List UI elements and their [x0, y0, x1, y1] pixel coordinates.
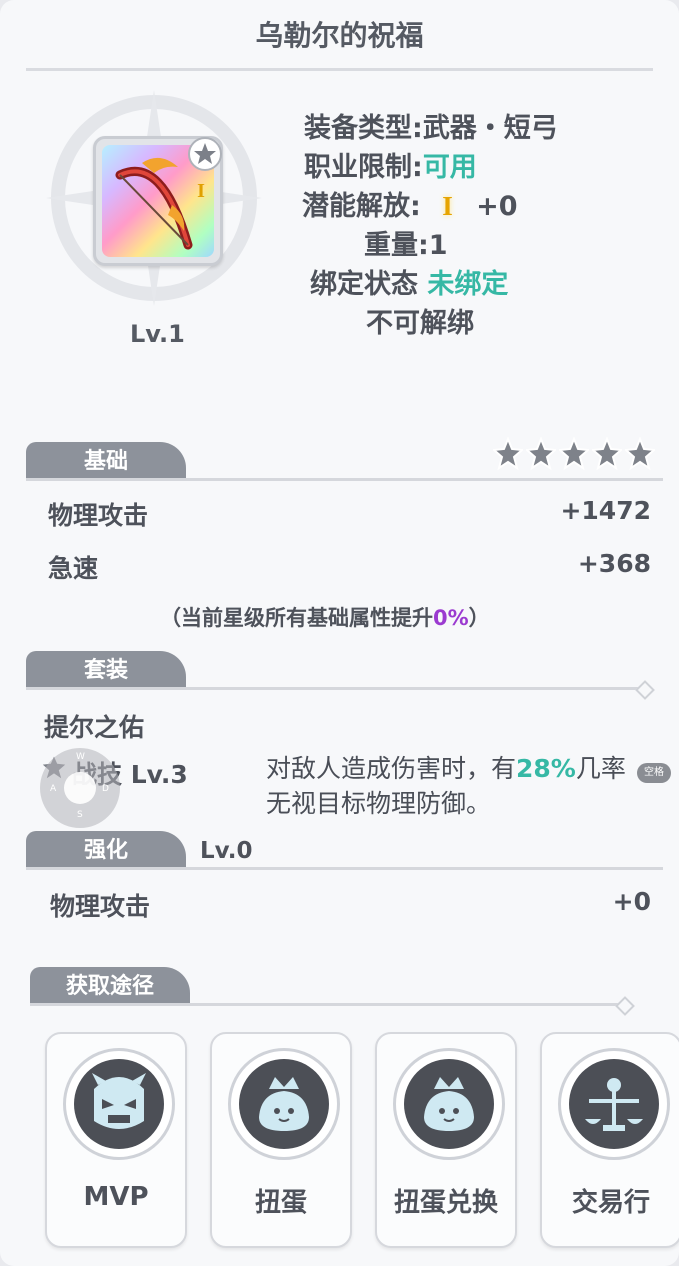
star-icon	[491, 436, 525, 471]
potential-label: 潜能解放:	[302, 191, 421, 222]
set-section-tab: 套装	[26, 651, 186, 689]
bind-status-row: 绑定状态 未绑定	[290, 262, 660, 301]
unbind-note: 不可解绑	[366, 308, 474, 339]
item-detail-panel: 乌勒尔的祝福 I Lv.1 装备类型:武器・短弓 职业限制:可用 潜能解放: I…	[0, 0, 679, 1266]
source-icon-disc	[569, 1059, 659, 1149]
title-divider	[26, 68, 653, 71]
star-icon	[590, 436, 624, 471]
divider-ornament-icon	[635, 680, 655, 700]
star-icon	[557, 436, 591, 471]
source-label: 扭蛋兑换	[393, 1188, 498, 1218]
star-icon	[623, 436, 657, 471]
enhance-level: Lv.0	[200, 838, 253, 864]
source-icon-disc	[404, 1059, 494, 1149]
source-gacha[interactable]: 扭蛋	[210, 1032, 352, 1248]
equip-type-label: 装备类型:	[304, 113, 423, 144]
bind-status-value: 未绑定	[427, 269, 509, 300]
trade-scale-icon	[585, 1078, 643, 1131]
virtual-joystick[interactable]: W A S D	[40, 748, 120, 828]
enhance-section-tab: 强化	[26, 831, 186, 869]
job-restriction-row: 职业限制:可用	[290, 145, 660, 184]
enhance-section-divider	[26, 867, 663, 870]
item-image-area: I	[44, 88, 264, 308]
job-restriction-label: 职业限制:	[304, 152, 423, 183]
set-name: 提尔之佑	[44, 713, 145, 742]
equip-type-row: 装备类型:武器・短弓	[290, 106, 660, 145]
sources-section-tab: 获取途径	[30, 967, 190, 1005]
set-effect-text-end: 几率	[575, 754, 626, 783]
star-bonus-suffix: ）	[468, 606, 490, 630]
stat-value: +0	[612, 887, 651, 916]
joystick-key-s: S	[77, 810, 83, 820]
star-bonus-prefix: （当前星级所有基础属性提升	[160, 606, 433, 630]
set-effect-line1: 对敌人造成伤害时，有28%几率	[266, 749, 626, 785]
source-mvp[interactable]: MVP	[45, 1032, 187, 1248]
stat-name: 急速	[48, 554, 99, 583]
bind-status-label: 绑定状态	[310, 269, 418, 300]
star-rating	[491, 436, 658, 471]
stat-value: +1472	[560, 496, 651, 525]
space-key-button[interactable]: 空格	[637, 763, 671, 783]
set-effect-text: 对敌人造成伤害时，有	[266, 754, 517, 783]
potential-row: 潜能解放: I +0	[290, 184, 660, 223]
source-icon-ring	[558, 1048, 670, 1160]
star-badge-icon	[188, 137, 222, 171]
basic-section-divider	[26, 478, 663, 481]
joystick-key-d: D	[102, 784, 109, 794]
job-restriction-value: 可用	[422, 152, 477, 183]
source-icon-ring	[63, 1048, 175, 1160]
potential-glow-icon: I	[442, 191, 453, 221]
set-effect-percent: 28%	[516, 754, 576, 783]
star-bonus-percent: 0%	[433, 606, 469, 630]
item-title: 乌勒尔的祝福	[255, 19, 424, 52]
equip-type-value: 武器・短弓	[422, 113, 558, 144]
stat-name: 物理攻击	[48, 501, 149, 530]
basic-section-tab: 基础	[26, 442, 186, 480]
item-level: Lv.1	[130, 320, 185, 348]
item-icon-card[interactable]: I	[93, 136, 223, 266]
source-label: 扭蛋	[254, 1188, 307, 1218]
sources-section-divider	[30, 1003, 621, 1006]
divider-ornament-icon	[615, 996, 635, 1016]
potential-rank-icon: I	[197, 180, 205, 202]
source-icon-ring	[393, 1048, 505, 1160]
mvp-demon-icon	[92, 1073, 146, 1129]
potential-value: +0	[476, 191, 518, 222]
star-icon	[524, 436, 558, 471]
source-icon-ring	[228, 1048, 340, 1160]
source-icon-disc	[74, 1059, 164, 1149]
item-info: 装备类型:武器・短弓 职业限制:可用 潜能解放: I +0 重量:1 绑定状态 …	[290, 106, 660, 340]
crowned-poring-icon	[424, 1077, 474, 1131]
crowned-poring-icon	[259, 1077, 309, 1131]
joystick-key-w: W	[76, 752, 85, 762]
joystick-key-a: A	[50, 784, 57, 794]
source-label: MVP	[83, 1182, 149, 1212]
set-section-divider	[26, 687, 641, 690]
stat-value: +368	[577, 549, 651, 578]
joystick-knob[interactable]	[64, 772, 96, 804]
source-icon-disc	[239, 1059, 329, 1149]
source-label: 交易行	[571, 1188, 650, 1218]
source-trade[interactable]: 交易行	[540, 1032, 679, 1248]
set-effect-line2: 无视目标物理防御。	[266, 789, 492, 818]
weight-row: 重量:1	[364, 230, 448, 261]
star-bonus-note: （当前星级所有基础属性提升0%）	[160, 602, 490, 632]
source-gacha-exchange[interactable]: 扭蛋兑换	[375, 1032, 517, 1248]
stat-name: 物理攻击	[50, 892, 151, 921]
